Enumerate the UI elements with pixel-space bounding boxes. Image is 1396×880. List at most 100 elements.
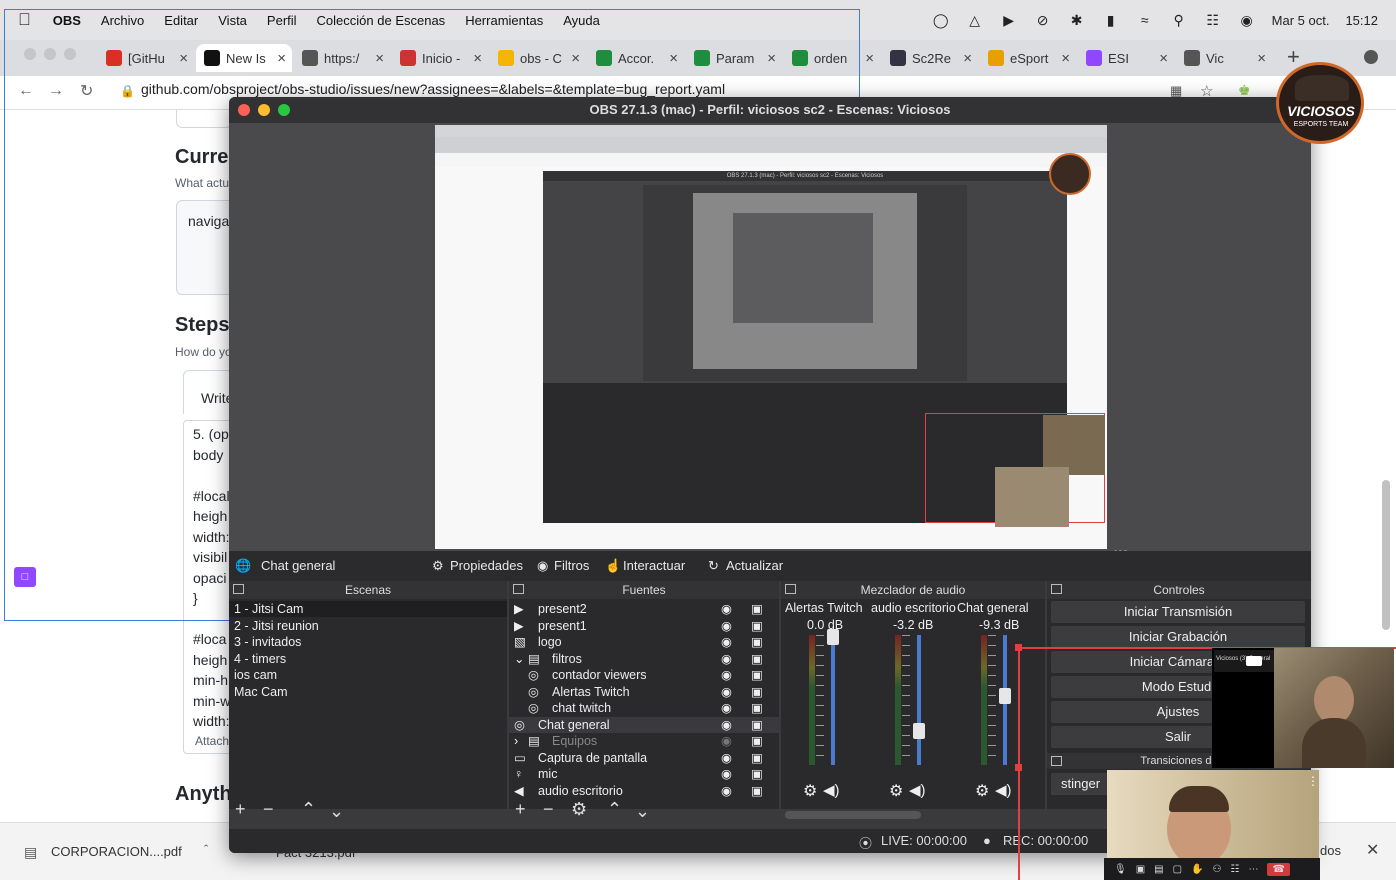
mute-tray-icon[interactable]: ⊘	[1034, 12, 1052, 28]
channel-gear-icon[interactable]: ⚙	[803, 781, 817, 801]
close-tab-icon[interactable]: ×	[1257, 50, 1266, 67]
lock-icon[interactable]: ▣	[751, 634, 763, 650]
close-tab-icon[interactable]: ×	[179, 50, 188, 67]
move-scene-up-button[interactable]: ⌃	[301, 799, 316, 820]
lock-icon[interactable]: ▣	[751, 783, 763, 799]
bluetooth-icon[interactable]: ✱	[1068, 12, 1086, 28]
browser-tab[interactable]: Inicio - ×	[392, 44, 488, 72]
refresh-button[interactable]: Actualizar	[726, 558, 783, 573]
visibility-eye-icon[interactable]: ◉	[721, 750, 732, 766]
lock-icon[interactable]: ▣	[751, 717, 763, 733]
add-source-button[interactable]: +	[515, 799, 526, 820]
menu-perfil[interactable]: Perfil	[267, 13, 297, 28]
close-tab-icon[interactable]: ×	[473, 50, 482, 67]
source-row[interactable]: ▶ present2 ◉ ▣	[509, 601, 779, 617]
scene-item[interactable]: Mac Cam	[229, 684, 507, 700]
source-row[interactable]: ▧ logo ◉ ▣	[509, 634, 779, 650]
more-icon[interactable]: ⋯	[1248, 864, 1258, 875]
close-tab-icon[interactable]: ×	[1159, 50, 1168, 67]
lock-icon[interactable]: ▣	[751, 618, 763, 634]
close-tab-icon[interactable]: ×	[767, 50, 776, 67]
start-streaming-button[interactable]: Iniciar Transmisión	[1051, 601, 1305, 623]
properties-button[interactable]: Propiedades	[450, 558, 523, 573]
move-source-down-button[interactable]: ⌄	[635, 801, 650, 822]
visibility-eye-icon[interactable]: ◉	[721, 601, 732, 617]
lock-icon[interactable]: ▣	[751, 601, 763, 617]
browser-tab[interactable]: Param ×	[686, 44, 782, 72]
close-tab-icon[interactable]: ×	[865, 50, 874, 67]
source-row[interactable]: ▶ present1 ◉ ▣	[509, 618, 779, 634]
browser-tab[interactable]: ESI ×	[1078, 44, 1174, 72]
volume-fader[interactable]	[917, 635, 921, 765]
fader-knob[interactable]	[999, 687, 1011, 704]
source-row[interactable]: ◎ chat twitch ◉ ▣	[509, 700, 779, 716]
close-tab-icon[interactable]: ×	[375, 50, 384, 67]
close-tab-icon[interactable]: ×	[669, 50, 678, 67]
play-tray-icon[interactable]: ▶	[1000, 12, 1018, 28]
visibility-eye-icon[interactable]: ◉	[721, 634, 732, 650]
obs-tray-icon[interactable]: ◯	[932, 12, 950, 28]
visibility-eye-icon[interactable]: ◉	[721, 684, 732, 700]
source-row[interactable]: ◎ Chat general ◉ ▣	[509, 716, 779, 733]
mute-speaker-icon[interactable]: ◀)	[909, 781, 926, 799]
interact-button[interactable]: Interactuar	[623, 558, 685, 573]
browser-tab[interactable]: obs - C ×	[490, 44, 586, 72]
control-center-icon[interactable]: ☷	[1204, 12, 1222, 28]
window-minimize-button[interactable]	[44, 48, 56, 60]
close-tab-icon[interactable]: ×	[1061, 50, 1070, 67]
participants-icon[interactable]: ⚇	[1213, 864, 1222, 875]
scene-item[interactable]: 2 - Jitsi reunion	[229, 618, 507, 634]
lock-icon[interactable]: ▣	[751, 766, 763, 782]
mute-speaker-icon[interactable]: ◀)	[823, 781, 840, 799]
source-row[interactable]: ⌄ ▤ filtros ◉ ▣	[509, 651, 779, 667]
menu-coleccion[interactable]: Colección de Escenas	[317, 13, 446, 28]
mixer-scrollbar[interactable]	[785, 811, 921, 819]
window-zoom-button[interactable]	[64, 48, 76, 60]
hangup-icon[interactable]: ☎	[1267, 862, 1290, 876]
visibility-eye-icon[interactable]: ◉	[721, 717, 732, 733]
jitsi-cam-window-1[interactable]: Viciosos (3) General	[1212, 648, 1394, 768]
raise-hand-icon[interactable]: ✋	[1191, 864, 1203, 875]
source-row[interactable]: ◀ audio escritorio ◉ ▣	[509, 783, 779, 799]
mute-speaker-icon[interactable]: ◀)	[995, 781, 1012, 799]
browser-tab[interactable]: New Is ×	[196, 44, 292, 72]
cam-menu-icon[interactable]: ⋮	[1307, 774, 1319, 788]
camera-icon[interactable]: ▣	[1136, 864, 1145, 875]
browser-tab[interactable]: orden ×	[784, 44, 880, 72]
source-row[interactable]: ▭ Captura de pantalla ◉ ▣	[509, 750, 779, 766]
fader-knob[interactable]	[827, 629, 839, 645]
url-text[interactable]: github.com/obsproject/obs-studio/issues/…	[141, 81, 725, 97]
scene-item[interactable]: 3 - invitados	[229, 634, 507, 650]
close-tab-icon[interactable]: ×	[277, 50, 286, 67]
window-close-button[interactable]	[24, 48, 36, 60]
source-row[interactable]: ♀ mic ◉ ▣	[509, 766, 779, 782]
visibility-eye-icon[interactable]: ◉	[721, 766, 732, 782]
forward-icon[interactable]: →	[48, 82, 64, 100]
scene-item[interactable]: 4 - timers	[229, 651, 507, 667]
menu-ayuda[interactable]: Ayuda	[563, 13, 600, 28]
menu-vista[interactable]: Vista	[218, 13, 247, 28]
reload-icon[interactable]: ↻	[80, 81, 93, 101]
menu-app-name[interactable]: OBS	[53, 13, 81, 28]
apple-icon[interactable]: 	[18, 10, 31, 30]
scene-item[interactable]: ios cam	[229, 667, 507, 683]
source-row[interactable]: ◎ Alertas Twitch ◉ ▣	[509, 684, 779, 700]
attach-hint[interactable]: Attach	[195, 734, 229, 748]
hand-icon[interactable]: ☝	[605, 558, 621, 574]
mic-icon[interactable]: 🎙	[1114, 864, 1127, 875]
browser-tab[interactable]: [GitHu ×	[98, 44, 194, 72]
dock-float-icon[interactable]	[1051, 756, 1062, 766]
visibility-eye-icon[interactable]: ◉	[721, 618, 732, 634]
gear-icon[interactable]: ⚙	[432, 558, 444, 574]
current-textarea[interactable]: naviga	[176, 200, 236, 295]
browser-tab[interactable]: Sc2Re ×	[882, 44, 978, 72]
lock-icon[interactable]: ▣	[751, 750, 763, 766]
move-scene-down-button[interactable]: ⌄	[329, 801, 344, 822]
show-all-downloads[interactable]: dos	[1320, 843, 1341, 858]
filter-icon[interactable]: ◉	[537, 558, 548, 574]
tile-view-icon[interactable]: ☷	[1230, 864, 1239, 875]
lock-icon[interactable]: ▣	[751, 733, 763, 749]
visibility-eye-icon[interactable]: ◉	[721, 667, 732, 683]
menu-herramientas[interactable]: Herramientas	[465, 13, 543, 28]
lock-icon[interactable]: ▣	[751, 651, 763, 667]
